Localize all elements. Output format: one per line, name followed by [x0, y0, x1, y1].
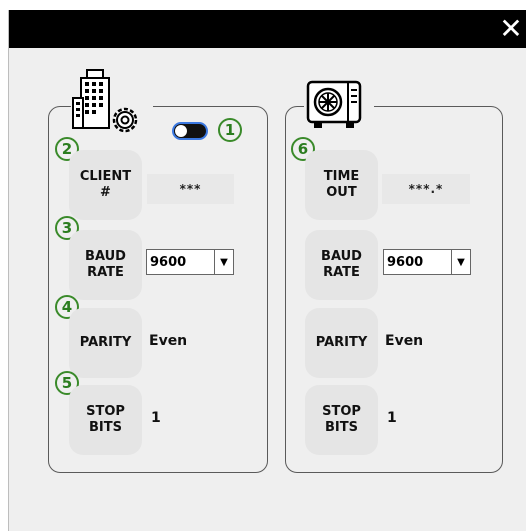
outdoor-unit-icon	[304, 78, 374, 134]
unit-baud-rate-value: 9600	[387, 254, 424, 270]
unit-parity-label: PARITY	[315, 335, 368, 350]
badge-1: 1	[218, 118, 242, 142]
stop-label-line1: STOP	[86, 404, 125, 419]
stop-label-line2: BITS	[89, 420, 122, 435]
client-label-line2: #	[100, 185, 111, 200]
unit-stop-bits-value: 1	[387, 410, 397, 426]
stop-bits-value: 1	[151, 410, 161, 426]
unit-baud-label-line1: BAUD	[321, 249, 362, 264]
unit-baud-rate-select[interactable]: 9600 ▼	[383, 249, 471, 275]
toggle-knob	[175, 125, 187, 137]
parity-button[interactable]: PARITY	[69, 308, 142, 378]
title-bar: ✕	[9, 10, 526, 48]
client-number-field[interactable]: ***	[147, 174, 234, 204]
timeout-label-line1: TIME	[323, 169, 360, 184]
timeout-field[interactable]: ***.*	[382, 174, 470, 204]
unit-baud-rate-button[interactable]: BAUD RATE	[305, 230, 378, 300]
timeout-button[interactable]: TIME OUT	[305, 150, 378, 220]
baud-rate-button[interactable]: BAUD RATE	[69, 230, 142, 300]
stop-bits-button[interactable]: STOP BITS	[69, 385, 142, 455]
baud-label-line2: RATE	[87, 265, 124, 280]
unit-stop-label-line1: STOP	[322, 404, 361, 419]
baud-rate-value: 9600	[150, 254, 187, 270]
timeout-label-line2: OUT	[326, 185, 357, 200]
parity-label: PARITY	[79, 335, 132, 350]
baud-label-line1: BAUD	[85, 249, 126, 264]
settings-window: ✕ 1 2 CLIENT # *** 3 BAUD RATE 9600 ▼ 4 …	[8, 10, 526, 531]
unit-stop-label-line2: BITS	[325, 420, 358, 435]
client-label-line1: CLIENT	[79, 169, 132, 184]
unit-stop-bits-button[interactable]: STOP BITS	[305, 385, 378, 455]
unit-baud-label-line2: RATE	[323, 265, 360, 280]
client-enable-toggle[interactable]	[172, 122, 208, 140]
client-number-button[interactable]: CLIENT #	[69, 150, 142, 220]
unit-parity-button[interactable]: PARITY	[305, 308, 378, 378]
chevron-down-icon: ▼	[451, 250, 470, 274]
close-button[interactable]: ✕	[495, 12, 526, 46]
parity-value: Even	[149, 333, 188, 349]
baud-rate-select[interactable]: 9600 ▼	[146, 249, 234, 275]
building-gear-icon	[71, 68, 153, 140]
close-icon: ✕	[499, 12, 523, 45]
chevron-down-icon: ▼	[214, 250, 233, 274]
unit-parity-value: Even	[385, 333, 424, 349]
